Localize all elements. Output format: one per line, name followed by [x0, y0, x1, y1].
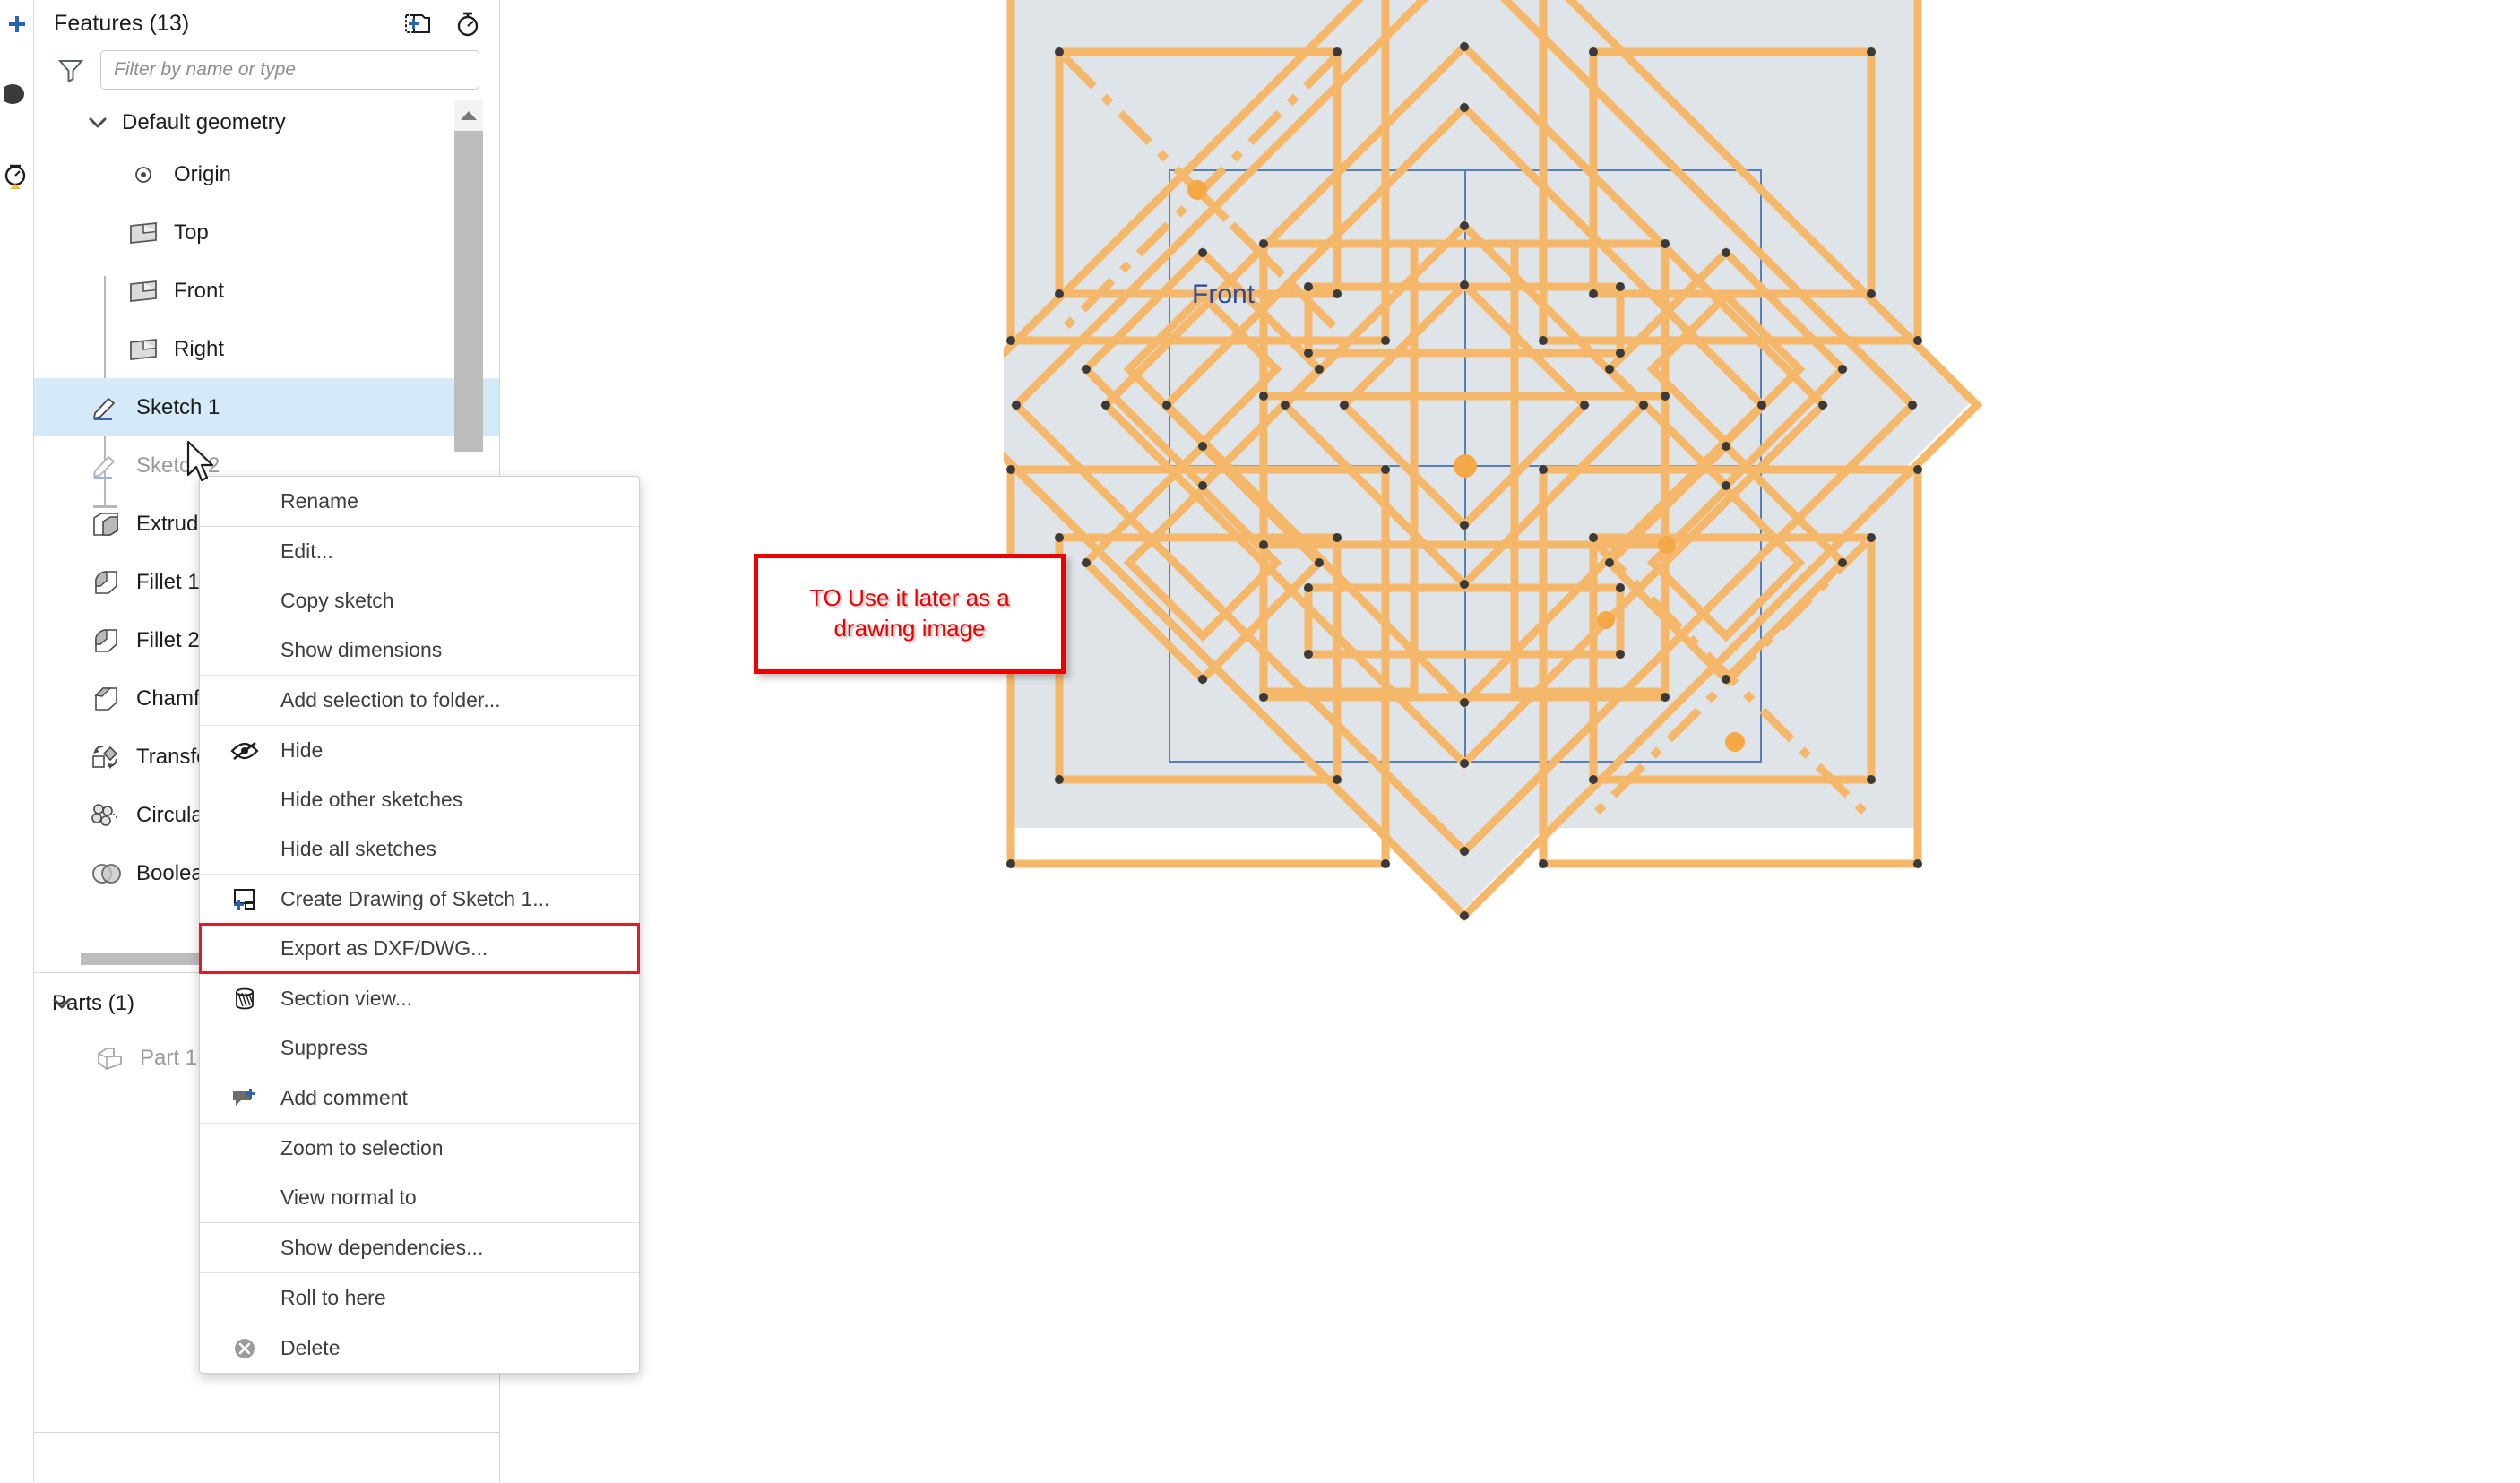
context-menu-item-view-normal-to[interactable]: View normal to	[200, 1173, 639, 1222]
context-menu-label: Copy sketch	[280, 589, 394, 612]
tree-item-label: Top	[174, 220, 209, 245]
tree-item-label: Origin	[174, 161, 232, 186]
context-menu-label: Roll to here	[280, 1286, 386, 1309]
fillet-icon	[86, 623, 125, 659]
context-menu-label: Create Drawing of Sketch 1...	[280, 887, 550, 910]
features-panel-header: Features (13)	[34, 0, 499, 47]
context-menu-item-section-view[interactable]: Section view...	[200, 974, 639, 1023]
extrude-icon	[86, 506, 125, 542]
timer-warning-icon[interactable]	[0, 154, 34, 195]
plane-icon	[124, 332, 163, 367]
context-menu-item-edit[interactable]: Edit...	[200, 527, 639, 576]
context-menu-item-export-dxf-dwg[interactable]: Export as DXF/DWG...	[199, 923, 640, 974]
section-view-icon	[229, 985, 261, 1013]
create-drawing-icon	[229, 885, 261, 914]
hide-eye-icon	[229, 737, 261, 765]
search-input[interactable]	[100, 50, 479, 90]
fillet-icon	[86, 565, 125, 600]
tree-item-right[interactable]: Right	[34, 320, 499, 378]
parts-item-label: Part 1	[140, 1045, 198, 1070]
delete-icon	[229, 1334, 261, 1363]
context-menu-item-hide[interactable]: Hide	[200, 726, 639, 775]
tree-item-label: Front	[174, 278, 225, 303]
add-icon[interactable]	[0, 5, 34, 47]
chamfer-icon	[86, 681, 125, 717]
annotation-callout: TO Use it later as a drawing image	[754, 554, 1066, 674]
transform-icon	[86, 739, 125, 775]
cad-viewport[interactable]: Front	[1004, 0, 2520, 1483]
scrollbar-thumb[interactable]	[454, 131, 483, 452]
context-menu-label: Add selection to folder...	[280, 688, 501, 711]
context-menu-item-suppress[interactable]: Suppress	[200, 1023, 639, 1073]
plane-icon	[124, 273, 163, 309]
annotation-line-2: drawing image	[833, 615, 986, 642]
origin-icon	[124, 157, 163, 193]
circular-pattern-icon	[86, 798, 125, 833]
chevron-down-icon	[86, 111, 109, 134]
context-menu-item-delete[interactable]: Delete	[200, 1323, 639, 1373]
context-menu-label: Hide all sketches	[280, 837, 436, 860]
context-menu-item-show-dimensions[interactable]: Show dimensions	[200, 625, 639, 675]
context-menu-item-create-drawing[interactable]: Create Drawing of Sketch 1...	[200, 875, 639, 924]
context-menu-label: Delete	[280, 1336, 341, 1359]
context-menu-item-roll-to-here[interactable]: Roll to here	[200, 1273, 639, 1323]
tree-item-label: Fillet 1	[136, 569, 200, 594]
onshape-window: Features (13) Filter by name or type Def…	[0, 0, 2520, 1483]
context-menu-label: Show dimensions	[280, 638, 443, 661]
filter-row	[34, 47, 499, 100]
context-menu-item-add-comment[interactable]: Add comment	[200, 1073, 639, 1123]
context-menu-item-show-dependencies[interactable]: Show dependencies...	[200, 1223, 639, 1272]
context-menu-label: Hide	[280, 738, 324, 762]
front-plane-label: Front	[1192, 280, 1256, 309]
sketch-geometry	[1004, 0, 1983, 922]
context-menu-item-hide-all-sketches[interactable]: Hide all sketches	[200, 824, 639, 874]
feature-tree-scrollbar[interactable]	[454, 100, 483, 452]
part-icon	[90, 1040, 129, 1076]
scroll-up-icon[interactable]	[454, 100, 483, 131]
tree-item-origin[interactable]: Origin	[34, 145, 499, 203]
tree-item-front[interactable]: Front	[34, 262, 499, 320]
context-menu-item-hide-other-sketches[interactable]: Hide other sketches	[200, 775, 639, 824]
context-menu-label: Show dependencies...	[280, 1236, 484, 1259]
sketch-icon	[86, 390, 125, 426]
appearance-icon[interactable]	[0, 73, 34, 115]
tree-item-top[interactable]: Top	[34, 203, 499, 262]
context-menu-label: Export as DXF/DWG...	[280, 936, 488, 960]
tree-item-label: Fillet 2	[136, 627, 200, 652]
context-menu-item-rename[interactable]: Rename	[200, 477, 639, 526]
new-folder-icon[interactable]	[402, 8, 433, 39]
context-menu-item-add-selection-to-folder[interactable]: Add selection to folder...	[200, 676, 639, 725]
context-menu-item-copy-sketch[interactable]: Copy sketch	[200, 576, 639, 625]
tree-item-label: Sketch 1	[136, 394, 220, 419]
plane-icon	[124, 215, 163, 251]
chevron-down-icon	[50, 992, 73, 1015]
tree-item-sketch-1[interactable]: Sketch 1	[34, 378, 499, 436]
annotation-text: TO Use it later as a drawing image	[809, 583, 1010, 644]
page-title: Features (13)	[54, 10, 190, 36]
filter-icon	[54, 55, 88, 85]
context-menu-item-zoom-to-selection[interactable]: Zoom to selection	[200, 1124, 639, 1173]
annotation-line-1: TO Use it later as a	[809, 584, 1010, 612]
measure-timer-icon[interactable]	[453, 8, 483, 39]
context-menu-label: Edit...	[280, 539, 333, 563]
context-menu-label: Hide other sketches	[280, 788, 463, 811]
tree-group-default-geometry[interactable]: Default geometry	[34, 100, 499, 145]
context-menu-label: Suppress	[280, 1036, 368, 1059]
context-menu-label: View normal to	[280, 1186, 417, 1209]
sketch-icon	[86, 448, 125, 484]
add-comment-icon	[229, 1084, 261, 1113]
panel-bottom-divider	[34, 1432, 500, 1433]
panel-header-actions	[402, 8, 483, 39]
tree-group-label: Default geometry	[122, 110, 286, 134]
boolean-icon	[86, 856, 125, 892]
tree-item-label: Right	[174, 336, 225, 361]
mouse-cursor	[186, 440, 220, 490]
context-menu-label: Zoom to selection	[280, 1136, 444, 1160]
context-menu-label: Rename	[280, 489, 358, 513]
sketch-context-menu: Rename Edit... Copy sketch Show dimensio…	[199, 476, 640, 1374]
context-menu-label: Add comment	[280, 1086, 408, 1109]
context-menu-label: Section view...	[280, 987, 413, 1010]
left-toolbar	[0, 0, 34, 1483]
